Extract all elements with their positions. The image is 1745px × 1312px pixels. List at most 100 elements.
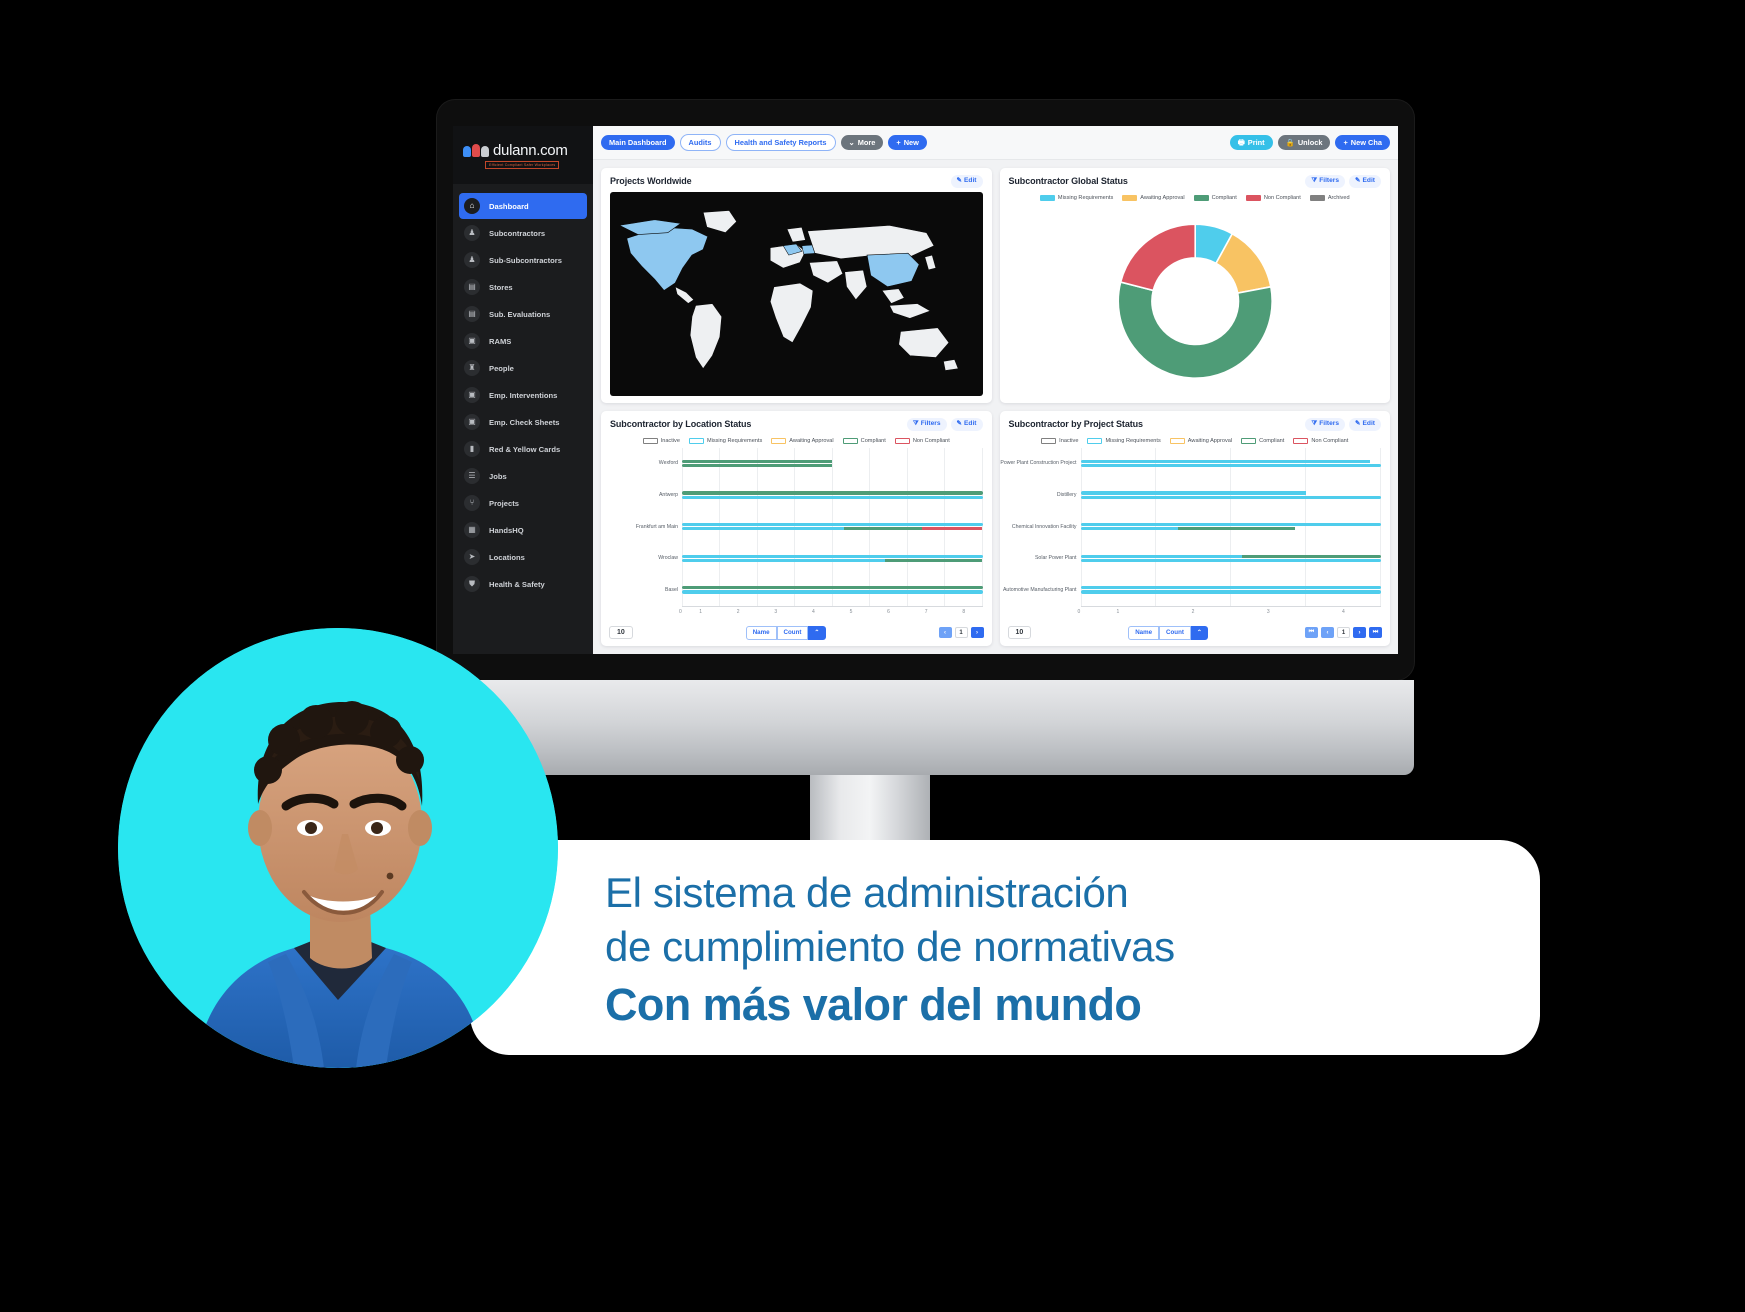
tab-health-and-safety-reports[interactable]: Health and Safety Reports [725,133,836,152]
location-bar-chart[interactable]: Wexford Antwerp Frankfurt am Main Wroclaw Ba… [610,447,983,615]
bar-group[interactable] [1080,491,1382,499]
card-title: Projects Worldwide [610,176,692,187]
legend-item[interactable]: Awaiting Approval [1122,194,1185,201]
legend-item[interactable]: Compliant [1241,437,1284,444]
sidebar-item-rams[interactable]: ▣ RAMS [459,328,587,354]
sidebar-item-locations[interactable]: ➤ Locations [459,544,587,570]
bar-group[interactable] [682,586,983,594]
sidebar-item-health-safety[interactable]: ⛊ Health & Safety [459,571,587,597]
sidebar-item-subcontractors[interactable]: ♟ Subcontractors [459,220,587,246]
sidebar-item-handshq[interactable]: ▦ HandsHQ [459,517,587,543]
bar[interactable] [682,463,983,468]
bar[interactable] [1080,554,1382,558]
bar[interactable] [1080,491,1382,495]
sort-by-name-button[interactable]: Name [1128,625,1160,640]
bar-group[interactable] [682,491,983,499]
donut-chart[interactable] [1000,205,1391,397]
tab-main-dashboard[interactable]: Main Dashboard [601,134,675,151]
legend-item[interactable]: Inactive [1041,437,1078,444]
sidebar-item-stores[interactable]: ▤ Stores [459,274,587,300]
sidebar-item-red-yellow-cards[interactable]: ▮ Red & Yellow Cards [459,436,587,462]
sidebar-item-label: Health & Safety [489,579,545,589]
bar-group[interactable] [682,554,983,563]
legend-item[interactable]: Compliant [1193,194,1237,201]
bar[interactable] [682,491,983,495]
bar-group[interactable] [1080,554,1382,563]
unlock-button[interactable]: 🔒 Unlock [1277,134,1331,151]
current-page[interactable]: 1 [1337,627,1350,639]
more-button[interactable]: ⌄ More [840,134,884,151]
next-page-button[interactable]: › [970,627,984,639]
bar-group[interactable] [1080,459,1382,468]
legend-label: Compliant [1211,194,1237,201]
last-page-button[interactable]: ⏭ [1369,627,1382,639]
legend-item[interactable]: Non Compliant [1245,194,1301,201]
project-filters-button[interactable]: ⧩ Filters [1305,418,1345,431]
location-filters-button[interactable]: ⧩ Filters [906,418,947,431]
legend-item[interactable]: Awaiting Approval [771,437,834,444]
bar[interactable] [682,495,983,499]
current-page[interactable]: 1 [954,627,968,639]
bar[interactable] [682,527,983,531]
location-edit-button[interactable]: ✎ Edit [950,418,983,431]
bar-group[interactable] [1080,522,1382,531]
tab-audits[interactable]: Audits [679,133,721,152]
sort-by-name-button[interactable]: Name [745,625,777,640]
legend-item[interactable]: Archived [1309,194,1350,201]
legend-item[interactable]: Missing Requirements [1087,437,1161,444]
legend-item[interactable]: Missing Requirements [688,437,762,444]
bar[interactable] [682,558,983,563]
bar-group[interactable] [682,522,983,531]
prev-page-button[interactable]: ‹ [1321,627,1334,639]
world-map[interactable] [610,191,983,396]
bar[interactable] [1080,586,1381,590]
project-bar-chart[interactable]: Power Plant Construction Project Distille… [1000,447,1382,615]
sort-by-count-button[interactable]: Count [1159,625,1191,640]
bar[interactable] [682,459,983,463]
bar[interactable] [1080,459,1382,463]
donut-edit-button[interactable]: ✎ Edit [1349,175,1381,188]
bar[interactable] [682,586,983,590]
bar[interactable] [1080,558,1381,563]
prev-page-button[interactable]: ‹ [938,627,952,639]
legend-item[interactable]: Non Compliant [1293,437,1348,444]
new-button[interactable]: + New [888,134,927,151]
bar[interactable] [1080,527,1382,531]
sidebar-item-dashboard[interactable]: ⌂ Dashboard [459,193,587,219]
new-chart-button[interactable]: + New Cha [1335,134,1390,151]
sort-direction-icon[interactable]: ⌃ [808,625,826,640]
donut-slice-compliant[interactable] [1117,280,1273,379]
sidebar-item-projects[interactable]: ⑂ Projects [459,490,587,516]
sort-direction-icon[interactable]: ⌃ [1190,625,1209,640]
bar[interactable] [1080,463,1381,468]
sidebar-item-sub-evaluations[interactable]: ▤ Sub. Evaluations [459,301,587,327]
print-button[interactable]: 🖶 Print [1229,134,1273,151]
page-size[interactable]: 10 [609,626,633,640]
legend-item[interactable]: Missing Requirements [1039,194,1113,201]
sidebar-item-people[interactable]: ♜ People [459,355,587,381]
sidebar-item-sub-subcontractors[interactable]: ♟ Sub-Subcontractors [459,247,587,273]
bar[interactable] [1080,590,1381,594]
project-edit-button[interactable]: ✎ Edit [1349,418,1381,431]
page-size[interactable]: 10 [1007,626,1032,640]
legend-item[interactable]: Inactive [642,437,680,444]
bar[interactable] [682,554,983,558]
legend-item[interactable]: Compliant [842,437,886,444]
bar[interactable] [682,522,983,527]
sidebar-item-jobs[interactable]: ☰ Jobs [459,463,587,489]
sort-by-count-button[interactable]: Count [776,625,809,640]
bar[interactable] [1080,495,1381,499]
donut-slice-non-compliant[interactable] [1119,223,1196,292]
bar-group[interactable] [1080,586,1381,594]
donut-filters-button[interactable]: ⧩ Filters [1305,175,1345,188]
sidebar-item-emp-check-sheets[interactable]: ▣ Emp. Check Sheets [459,409,587,435]
first-page-button[interactable]: ⏮ [1305,627,1318,639]
bar[interactable] [682,590,983,594]
sidebar-item-emp-interventions[interactable]: ▣ Emp. Interventions [459,382,587,408]
legend-item[interactable]: Non Compliant [894,437,950,444]
next-page-button[interactable]: › [1353,627,1366,639]
bar[interactable] [1080,522,1381,527]
bar-group[interactable] [682,459,983,468]
legend-item[interactable]: Awaiting Approval [1169,437,1232,444]
map-edit-button[interactable]: ✎ Edit [950,175,983,188]
